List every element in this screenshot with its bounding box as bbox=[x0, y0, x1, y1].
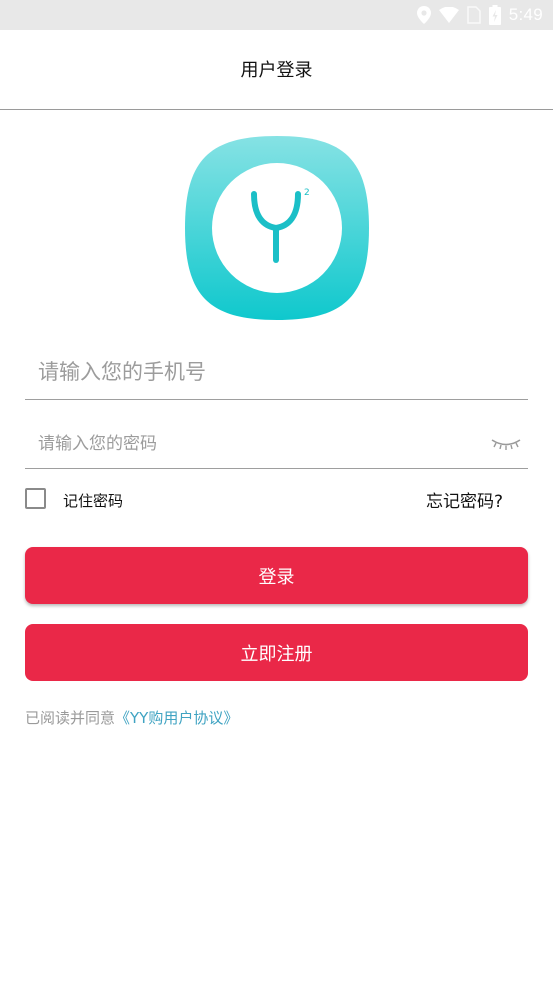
user-agreement-link[interactable]: 《YY购用户协议》 bbox=[115, 709, 238, 727]
agreement-text: 已阅读并同意《YY购用户协议》 bbox=[25, 707, 238, 728]
forgot-password-link[interactable]: 忘记密码? bbox=[426, 487, 503, 512]
remember-label: 记住密码 bbox=[63, 492, 124, 510]
password-input[interactable] bbox=[38, 419, 478, 468]
password-field bbox=[25, 419, 528, 469]
remember-checkbox[interactable] bbox=[25, 488, 46, 509]
login-button[interactable]: 登录 bbox=[25, 547, 528, 604]
page-title: 用户登录 bbox=[240, 59, 313, 81]
header-bar: 用户登录 bbox=[0, 30, 553, 110]
status-time: 5:49 bbox=[508, 5, 543, 24]
logo-superscript: 2 bbox=[304, 188, 310, 198]
phone-field bbox=[25, 345, 528, 400]
agreement-prefix: 已阅读并同意 bbox=[25, 709, 116, 727]
location-icon bbox=[416, 6, 431, 24]
phone-input[interactable] bbox=[38, 345, 478, 399]
app-logo bbox=[185, 136, 369, 320]
battery-icon bbox=[488, 5, 501, 25]
eye-closed-icon[interactable] bbox=[490, 431, 522, 455]
register-button[interactable]: 立即注册 bbox=[25, 624, 528, 681]
sim-icon bbox=[466, 6, 481, 24]
wifi-icon bbox=[438, 7, 459, 23]
remember-row: 记住密码 忘记密码? bbox=[25, 486, 528, 512]
status-bar: 5:49 bbox=[0, 0, 553, 30]
status-icons: 5:49 bbox=[416, 5, 543, 25]
